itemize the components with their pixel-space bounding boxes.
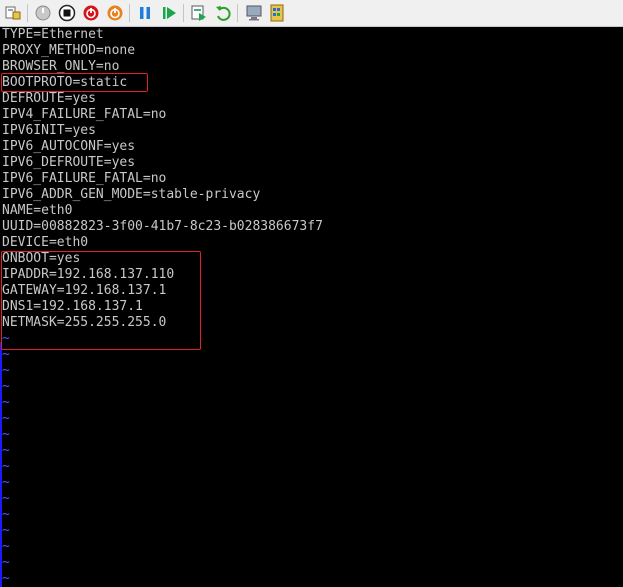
config-line: GATEWAY=192.168.137.1 (2, 283, 167, 298)
config-line: IPV6_AUTOCONF=yes (2, 139, 136, 154)
share-icon[interactable] (267, 3, 287, 23)
config-line: DEFROUTE=yes (2, 91, 96, 106)
terminal-console[interactable]: TYPE=Ethernet PROXY_METHOD=none BROWSER_… (0, 27, 623, 587)
empty-line-tilde: ~ (2, 523, 10, 538)
revert-icon[interactable] (213, 3, 233, 23)
config-line: ONBOOT=yes (2, 251, 81, 266)
empty-line-tilde: ~ (2, 379, 10, 394)
empty-line-tilde: ~ (2, 459, 10, 474)
config-line: DEVICE=eth0 (2, 235, 89, 250)
checkpoint-icon[interactable] (189, 3, 209, 23)
config-line: IPV6_FAILURE_FATAL=no (2, 171, 167, 186)
config-line: DNS1=192.168.137.1 (2, 299, 143, 314)
empty-line-tilde: ~ (2, 363, 10, 378)
resume-icon[interactable] (159, 3, 179, 23)
config-line: NETMASK=255.255.255.0 (2, 315, 167, 330)
settings-icon[interactable] (3, 3, 23, 23)
empty-line-tilde: ~ (2, 411, 10, 426)
vm-toolbar (0, 0, 623, 27)
empty-line-tilde: ~ (2, 507, 10, 522)
empty-line-tilde: ~ (2, 555, 10, 570)
config-line: BROWSER_ONLY=no (2, 59, 120, 74)
shutdown-icon[interactable] (81, 3, 101, 23)
empty-line-tilde: ~ (2, 443, 10, 458)
toolbar-separator (237, 4, 238, 22)
empty-line-tilde: ~ (2, 539, 10, 554)
config-line: NAME=eth0 (2, 203, 73, 218)
file-content: TYPE=Ethernet PROXY_METHOD=none BROWSER_… (2, 27, 323, 587)
config-line: BOOTPROTO=static (2, 75, 128, 90)
start-icon[interactable] (33, 3, 53, 23)
empty-line-tilde: ~ (2, 395, 10, 410)
config-line: UUID=00882823-3f00-41b7-8c23-b028386673f… (2, 219, 323, 234)
config-line: IPV6_ADDR_GEN_MODE=stable-privacy (2, 187, 261, 202)
empty-line-tilde: ~ (2, 347, 10, 362)
pause-icon[interactable] (135, 3, 155, 23)
config-line: TYPE=Ethernet (2, 27, 104, 42)
toolbar-separator (183, 4, 184, 22)
config-line: IPV6INIT=yes (2, 123, 96, 138)
enhanced-session-icon[interactable] (244, 3, 264, 23)
empty-line-tilde: ~ (2, 571, 10, 586)
empty-line-tilde: ~ (2, 331, 10, 346)
empty-line-tilde: ~ (2, 475, 10, 490)
power-icon[interactable] (105, 3, 125, 23)
cursor-column (0, 342, 2, 587)
toolbar-separator (27, 4, 28, 22)
empty-line-tilde: ~ (2, 491, 10, 506)
config-line: IPADDR=192.168.137.110 (2, 267, 175, 282)
toolbar-separator (129, 4, 130, 22)
turn-off-icon[interactable] (57, 3, 77, 23)
empty-line-tilde: ~ (2, 427, 10, 442)
config-line: PROXY_METHOD=none (2, 43, 136, 58)
config-line: IPV4_FAILURE_FATAL=no (2, 107, 167, 122)
config-line: IPV6_DEFROUTE=yes (2, 155, 136, 170)
